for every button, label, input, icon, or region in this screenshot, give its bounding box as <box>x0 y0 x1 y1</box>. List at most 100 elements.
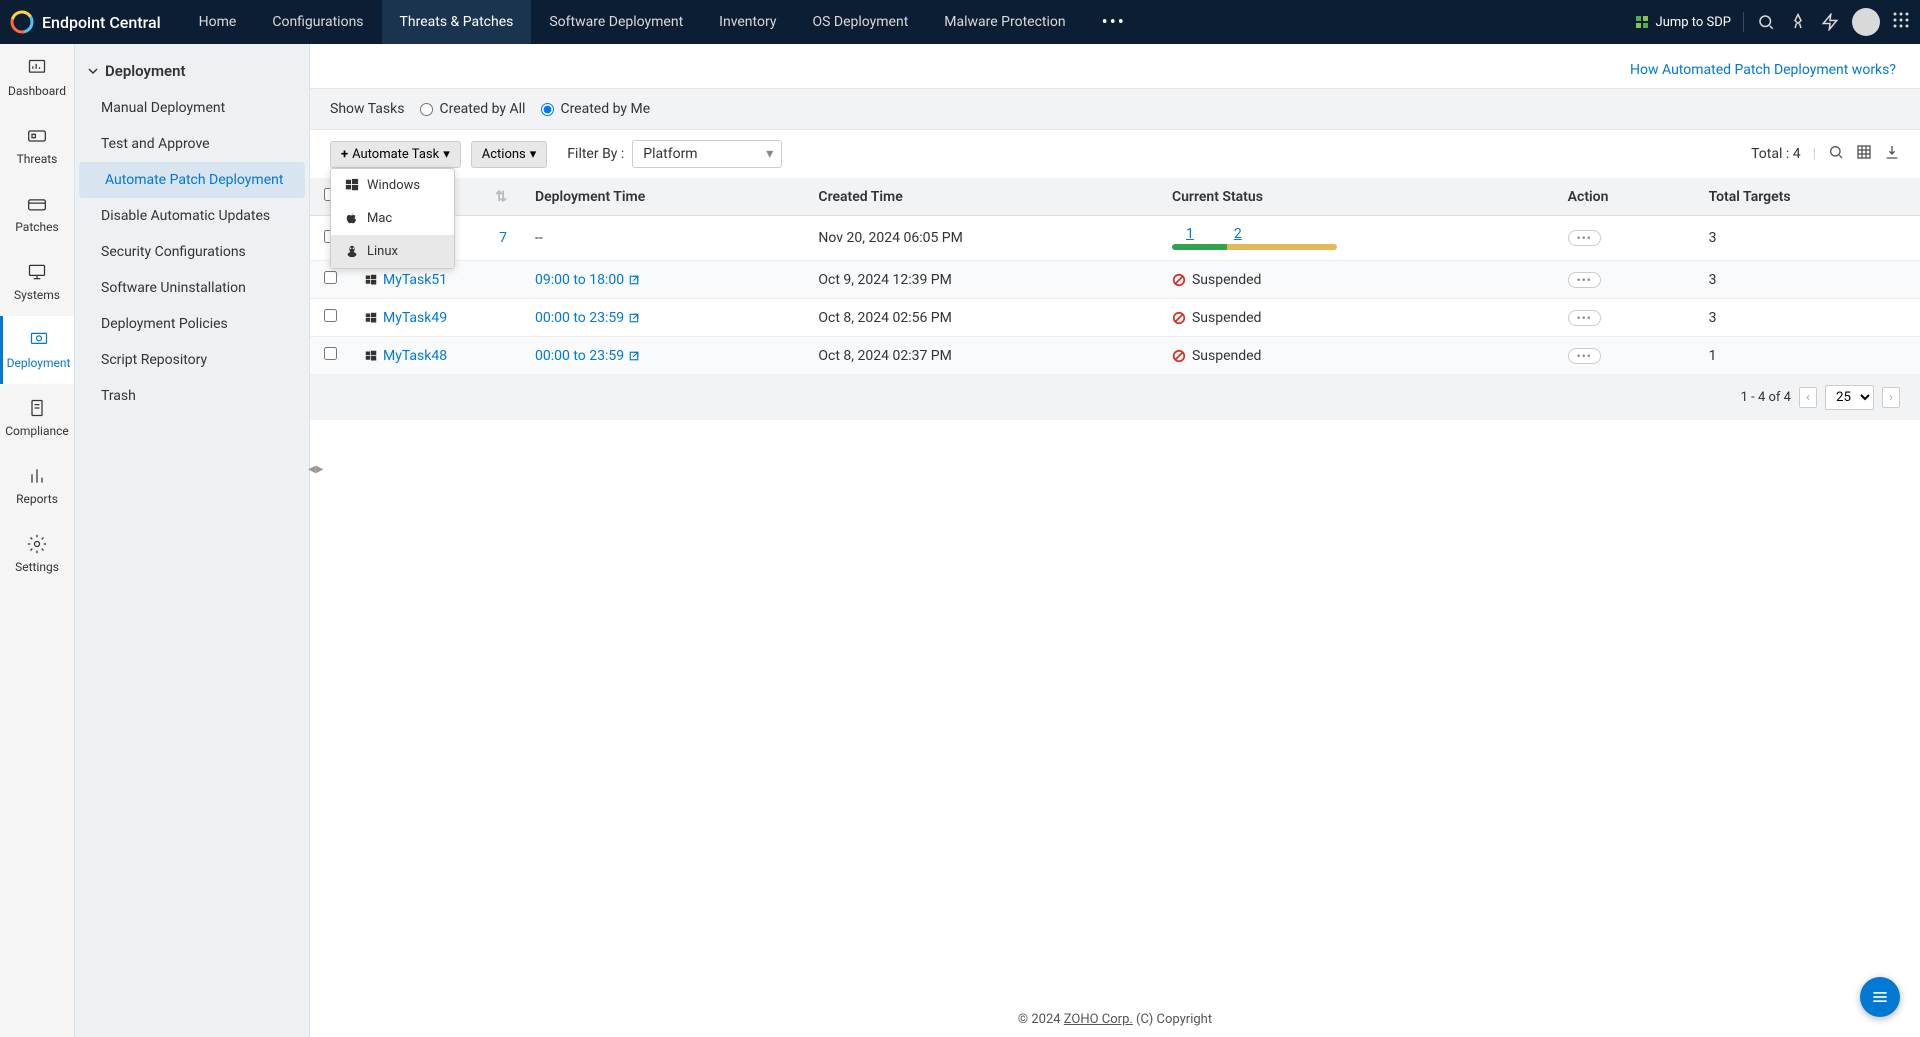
row-action-button[interactable]: ••• <box>1568 310 1601 326</box>
sort-icon[interactable]: ⇅ <box>495 189 507 205</box>
sidebar-item-deployment-policies[interactable]: Deployment Policies <box>75 306 309 342</box>
jump-to-sdp-link[interactable]: Jump to SDP <box>1634 14 1731 30</box>
sdp-icon <box>1634 14 1650 30</box>
topnav-configurations[interactable]: Configurations <box>254 0 381 44</box>
show-tasks-label: Show Tasks <box>330 101 404 117</box>
topnav-home[interactable]: Home <box>181 0 255 44</box>
tasks-table: ⇅ Deployment Time Created Time Current S… <box>310 178 1920 375</box>
sidebar-header-label: Deployment <box>105 62 186 80</box>
help-link[interactable]: How Automated Patch Deployment works? <box>310 44 1920 88</box>
topnav-software-deployment[interactable]: Software Deployment <box>531 0 701 44</box>
leftnav-deployment-label: Deployment <box>7 356 71 370</box>
row-action-button[interactable]: ••• <box>1568 272 1601 288</box>
table-row: MyTask4800:00 to 23:59 Oct 8, 2024 02:37… <box>310 337 1920 375</box>
leftnav-compliance[interactable]: Compliance <box>0 384 74 452</box>
topnav-os-deployment[interactable]: OS Deployment <box>794 0 926 44</box>
radio-created-by-all[interactable]: Created by All <box>420 101 525 117</box>
task-link[interactable]: MyTask49 <box>365 310 507 326</box>
deployment-time-link[interactable]: 00:00 to 23:59 <box>535 310 790 326</box>
pager-prev[interactable]: ‹ <box>1799 387 1817 408</box>
footer: © 2024 ZOHO Corp. (C) Copyright <box>310 1002 1920 1037</box>
sidebar-item-manual-deployment[interactable]: Manual Deployment <box>75 90 309 126</box>
status-count-1[interactable]: 1 <box>1186 226 1194 242</box>
row-checkbox[interactable] <box>324 271 337 284</box>
sidebar-item-script-repository[interactable]: Script Repository <box>75 342 309 378</box>
topnav-more-icon[interactable]: ••• <box>1084 0 1144 44</box>
sidebar-header[interactable]: Deployment <box>75 52 309 90</box>
user-avatar[interactable] <box>1852 8 1880 36</box>
brand-logo[interactable]: Endpoint Central <box>10 10 161 34</box>
leftnav-patches-label: Patches <box>15 220 58 234</box>
row-action-button[interactable]: ••• <box>1568 230 1601 246</box>
topnav-threats-patches[interactable]: Threats & Patches <box>382 0 532 44</box>
rocket-icon[interactable] <box>1788 12 1808 32</box>
topnav-malware-protection[interactable]: Malware Protection <box>926 0 1083 44</box>
leftnav-systems[interactable]: Systems <box>0 248 74 316</box>
endpoint-logo-icon <box>10 10 34 34</box>
deployment-time: -- <box>535 230 543 246</box>
leftnav-reports[interactable]: Reports <box>0 452 74 520</box>
actions-button[interactable]: Actions▾ <box>471 141 548 168</box>
chevron-down-icon <box>87 65 99 77</box>
sidebar-item-security-configs[interactable]: Security Configurations <box>75 234 309 270</box>
leftnav-settings[interactable]: Settings <box>0 520 74 588</box>
leftnav-deployment[interactable]: Deployment <box>0 316 74 384</box>
search-icon[interactable] <box>1756 12 1776 32</box>
leftnav-settings-label: Settings <box>15 560 59 574</box>
sidebar-item-disable-updates[interactable]: Disable Automatic Updates <box>75 198 309 234</box>
deployment-time-link[interactable]: 09:00 to 18:00 <box>535 272 790 288</box>
jump-to-sdp-label: Jump to SDP <box>1656 15 1731 30</box>
windows-icon <box>345 178 359 192</box>
sidebar-item-test-approve[interactable]: Test and Approve <box>75 126 309 162</box>
columns-icon[interactable] <box>1856 144 1872 164</box>
leftnav-dashboard[interactable]: Dashboard <box>0 44 74 112</box>
row-action-button[interactable]: ••• <box>1568 348 1601 364</box>
leftnav-patches[interactable]: Patches <box>0 180 74 248</box>
apps-grid-icon[interactable] <box>1892 11 1910 33</box>
leftnav-systems-label: Systems <box>14 288 60 302</box>
actions-label: Actions <box>482 147 526 162</box>
created-time: Nov 20, 2024 06:05 PM <box>804 216 1158 261</box>
footer-zoho-link[interactable]: ZOHO Corp. <box>1064 1012 1133 1027</box>
sidebar-item-trash[interactable]: Trash <box>75 378 309 414</box>
radio-created-by-me[interactable]: Created by Me <box>541 101 650 117</box>
row-checkbox[interactable] <box>324 309 337 322</box>
row-checkbox[interactable] <box>324 347 337 360</box>
search-table-icon[interactable] <box>1828 144 1844 164</box>
toolbar: +Automate Task▾ Windows Mac Linux <box>310 130 1920 178</box>
col-action[interactable]: Action <box>1554 178 1695 216</box>
task-link[interactable]: MyTask48 <box>365 348 507 364</box>
deployment-time-link[interactable]: 00:00 to 23:59 <box>535 348 790 364</box>
automate-task-button[interactable]: +Automate Task▾ <box>330 141 461 168</box>
total-count: Total : 4 <box>1751 146 1800 162</box>
col-deployment-time[interactable]: Deployment Time <box>521 178 804 216</box>
dropdown-item-windows[interactable]: Windows <box>331 169 454 202</box>
dropdown-item-mac[interactable]: Mac <box>331 202 454 235</box>
col-current-status[interactable]: Current Status <box>1158 178 1554 216</box>
dropdown-windows-label: Windows <box>367 178 420 193</box>
task-link[interactable]: MyTask51 <box>365 272 507 288</box>
status-count-2[interactable]: 2 <box>1234 226 1242 242</box>
dropdown-item-linux[interactable]: Linux <box>331 235 454 268</box>
col-total-targets[interactable]: Total Targets <box>1695 178 1920 216</box>
pager-next[interactable]: › <box>1882 387 1900 408</box>
filter-platform-select[interactable]: Platform <box>632 140 782 168</box>
topbar-right: Jump to SDP <box>1634 8 1910 36</box>
footer-prefix: © 2024 <box>1018 1012 1064 1027</box>
sidebar-collapse-handle[interactable]: ◀▶ <box>308 464 323 475</box>
sidebar-item-software-uninstall[interactable]: Software Uninstallation <box>75 270 309 306</box>
total-targets: 1 <box>1695 337 1920 375</box>
lightning-icon[interactable] <box>1820 12 1840 32</box>
col-created-time[interactable]: Created Time <box>804 178 1158 216</box>
table-header-row: ⇅ Deployment Time Created Time Current S… <box>310 178 1920 216</box>
help-fab-button[interactable] <box>1860 977 1900 1017</box>
export-icon[interactable] <box>1884 144 1900 164</box>
linux-icon <box>345 244 359 258</box>
total-targets: 3 <box>1695 261 1920 299</box>
leftnav-threats[interactable]: Threats <box>0 112 74 180</box>
pager-page-size[interactable]: 25 <box>1825 385 1874 410</box>
toolbar-right: Total : 4 | <box>1751 144 1900 164</box>
automate-task-dropdown: Windows Mac Linux <box>330 168 455 269</box>
sidebar-item-automate-patch[interactable]: Automate Patch Deployment <box>79 162 305 198</box>
topnav-inventory[interactable]: Inventory <box>701 0 794 44</box>
